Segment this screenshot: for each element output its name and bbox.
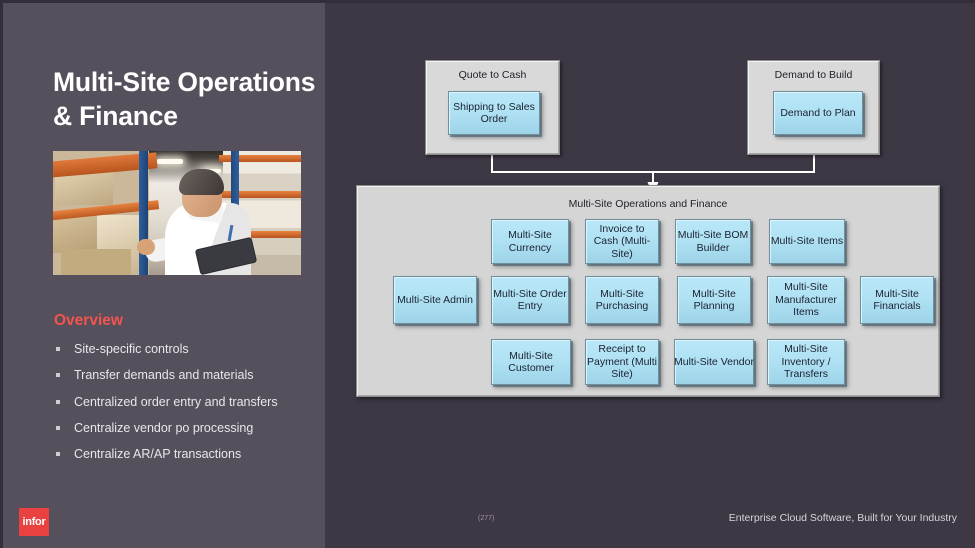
list-item-label: Centralize vendor po processing xyxy=(74,420,254,435)
footer-tagline: Enterprise Cloud Software, Built for You… xyxy=(728,512,957,524)
node-multi-site-purchasing[interactable]: Multi-Site Purchasing xyxy=(585,276,659,324)
node-multi-site-manufacturer-items[interactable]: Multi-Site Manufacturer Items xyxy=(767,276,845,324)
node-multi-site-order-entry[interactable]: Multi-Site Order Entry xyxy=(491,276,569,324)
node-receipt-to-payment-multi-site[interactable]: Receipt to Payment (Multi Site) xyxy=(585,339,659,385)
group-title: Demand to Build xyxy=(774,69,853,81)
node-multi-site-planning[interactable]: Multi-Site Planning xyxy=(677,276,751,324)
list-item: Centralize AR/AP transactions xyxy=(54,447,324,462)
overview-bullet-list: Site-specific controls Transfer demands … xyxy=(54,342,324,474)
list-item-label: Transfer demands and materials xyxy=(74,368,254,383)
panel-multi-site-operations-and-finance[interactable]: Multi-Site Operations and Finance Multi-… xyxy=(356,185,940,397)
list-item: Centralize vendor po processing xyxy=(54,420,324,436)
diagram-area: Quote to Cash Shipping to Sales Order De… xyxy=(325,0,975,548)
bullet-square-icon xyxy=(56,425,60,430)
worker-hand xyxy=(137,239,155,255)
bullet-square-icon xyxy=(56,373,60,378)
sidebar: Multi-Site Operations & Finance Overview… xyxy=(0,0,325,548)
page-title-line2: & Finance xyxy=(53,101,178,132)
infor-logo: infor xyxy=(19,508,49,536)
node-multi-site-items[interactable]: Multi-Site Items xyxy=(769,219,845,264)
node-multi-site-bom-builder[interactable]: Multi-Site BOM Builder xyxy=(675,219,751,264)
page-title: Multi-Site Operations & Finance xyxy=(53,65,333,134)
group-quote-to-cash[interactable]: Quote to Cash Shipping to Sales Order xyxy=(425,60,560,155)
node-invoice-to-cash-multi-site[interactable]: Invoice to Cash (Multi-Site) xyxy=(585,219,659,264)
node-multi-site-inventory-transfers[interactable]: Multi-Site Inventory / Transfers xyxy=(767,339,845,385)
worker-hair xyxy=(179,169,224,195)
bullet-square-icon xyxy=(56,399,60,404)
bullet-square-icon xyxy=(56,347,60,351)
panel-title: Multi-Site Operations and Finance xyxy=(568,198,728,210)
node-multi-site-customer[interactable]: Multi-Site Customer xyxy=(491,339,571,385)
list-item: Site-specific controls xyxy=(54,342,324,357)
bullet-square-icon xyxy=(56,452,60,456)
list-item-label: Centralized order entry and transfers xyxy=(74,394,278,409)
warehouse-photo xyxy=(53,151,301,275)
node-multi-site-financials[interactable]: Multi-Site Financials xyxy=(860,276,934,324)
node-shipping-to-sales-order[interactable]: Shipping to Sales Order xyxy=(448,91,540,135)
node-multi-site-currency[interactable]: Multi-Site Currency xyxy=(491,219,569,264)
ceiling-light-icon xyxy=(157,159,183,164)
list-item-label: Centralize AR/AP transactions xyxy=(74,447,242,461)
page-number: (277) xyxy=(478,515,495,522)
node-multi-site-admin[interactable]: Multi-Site Admin xyxy=(393,276,477,324)
node-multi-site-vendor[interactable]: Multi-Site Vendor xyxy=(674,339,754,385)
group-demand-to-build[interactable]: Demand to Build Demand to Plan xyxy=(747,60,880,155)
slide: Multi-Site Operations & Finance Overview… xyxy=(0,0,975,548)
group-title: Quote to Cash xyxy=(458,69,527,81)
page-title-line1: Multi-Site Operations xyxy=(53,67,316,97)
carton xyxy=(61,249,131,275)
list-item: Transfer demands and materials xyxy=(54,368,324,383)
list-item-label: Site-specific controls xyxy=(74,342,189,356)
overview-heading: Overview xyxy=(54,312,123,329)
list-item: Centralized order entry and transfers xyxy=(54,394,324,410)
node-demand-to-plan[interactable]: Demand to Plan xyxy=(773,91,863,135)
